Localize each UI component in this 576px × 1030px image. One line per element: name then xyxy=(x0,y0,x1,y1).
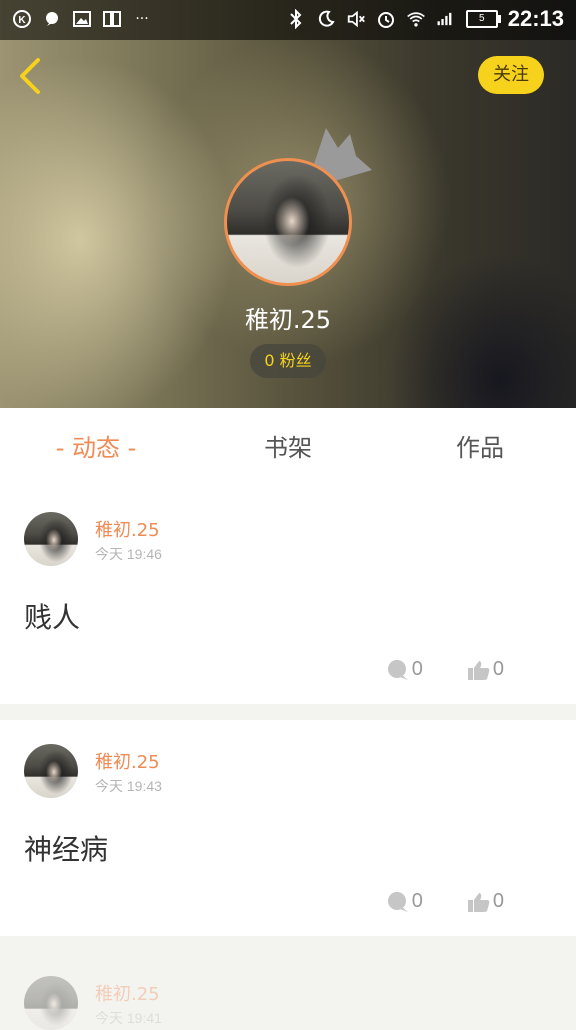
battery-icon: 5 xyxy=(465,10,501,28)
post-time: 今天 19:46 xyxy=(95,546,162,562)
comment-icon xyxy=(387,659,408,680)
like-count: 0 xyxy=(492,658,504,680)
image-icon xyxy=(72,9,92,29)
post-author[interactable]: 稚初.25 xyxy=(95,516,160,542)
comment-count: 0 xyxy=(411,658,423,680)
notification-icons: K ··· xyxy=(12,9,152,29)
system-icons: 5 22:13 xyxy=(286,6,564,32)
post-content: 贱人 xyxy=(24,601,81,634)
status-bar: K ··· 5 22:13 xyxy=(0,0,576,40)
signal-icon xyxy=(436,9,456,29)
k-icon: K xyxy=(12,9,32,29)
post-author[interactable]: 稚初.25 xyxy=(95,748,160,774)
avatar[interactable] xyxy=(24,512,78,566)
tab-bookshelf[interactable]: 书架 xyxy=(192,408,384,488)
more-icon: ··· xyxy=(135,11,149,27)
alarm-icon xyxy=(376,9,396,29)
back-button[interactable] xyxy=(14,56,50,96)
book-icon xyxy=(102,9,122,29)
fans-count[interactable]: 0 粉丝 xyxy=(250,344,326,378)
post-time: 今天 19:43 xyxy=(95,778,162,794)
tab-activity[interactable]: - 动态 - xyxy=(0,408,192,488)
avatar[interactable] xyxy=(24,744,78,798)
comment-button[interactable]: 0 xyxy=(386,890,423,913)
moon-icon xyxy=(316,9,336,29)
tab-works[interactable]: 作品 xyxy=(384,408,576,488)
post-content: 神经病 xyxy=(24,833,109,866)
svg-text:K: K xyxy=(18,15,26,26)
clock: 22:13 xyxy=(507,6,564,31)
feed-post[interactable]: 稚初.25 今天 19:43 神经病 0 0 xyxy=(0,720,576,936)
follow-button[interactable]: 关注 xyxy=(478,56,544,94)
thumbs-up-icon xyxy=(467,892,490,912)
thumbs-up-icon xyxy=(467,660,490,680)
chat-icon xyxy=(42,9,62,29)
post-actions: 0 0 xyxy=(386,658,504,681)
mute-icon xyxy=(346,9,366,29)
comment-button[interactable]: 0 xyxy=(386,658,423,681)
profile-tabs: - 动态 - 书架 作品 xyxy=(0,408,576,489)
like-button[interactable]: 0 xyxy=(467,890,504,913)
feed-post[interactable]: 稚初.25 今天 19:41 xyxy=(0,952,576,1030)
comment-icon xyxy=(387,891,408,912)
profile-header: K ··· 5 22:13 关注 稚初.25 0 粉丝 xyxy=(0,0,576,408)
profile-username: 稚初.25 xyxy=(244,306,332,334)
bluetooth-icon xyxy=(286,9,306,29)
comment-count: 0 xyxy=(411,890,423,912)
wifi-icon xyxy=(406,9,426,29)
post-actions: 0 0 xyxy=(386,890,504,913)
like-count: 0 xyxy=(492,890,504,912)
post-author[interactable]: 稚初.25 xyxy=(95,980,160,1006)
avatar[interactable] xyxy=(24,976,78,1030)
profile-avatar[interactable] xyxy=(224,158,352,286)
chevron-left-icon xyxy=(20,58,40,94)
feed-post[interactable]: 稚初.25 今天 19:46 贱人 0 0 xyxy=(0,488,576,704)
like-button[interactable]: 0 xyxy=(467,658,504,681)
post-time: 今天 19:41 xyxy=(95,1010,162,1026)
